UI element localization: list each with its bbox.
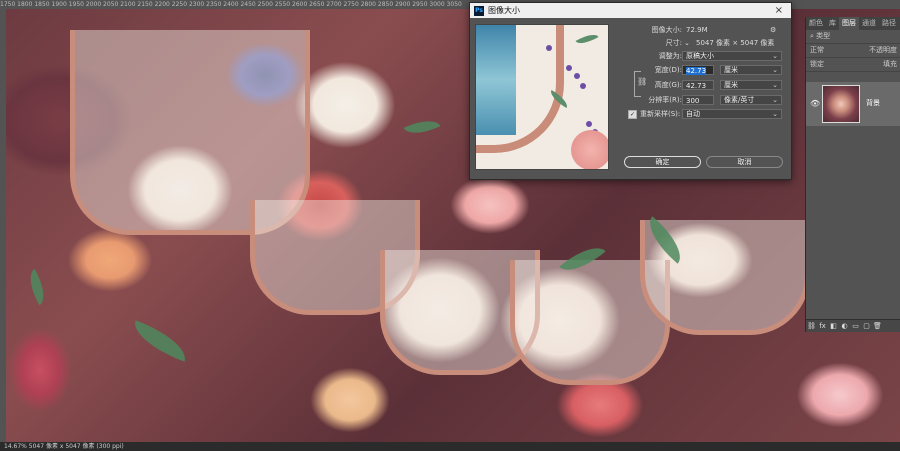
status-bar: 14.67% 5047 像素 x 5047 像素 (300 ppi) bbox=[0, 442, 900, 451]
image-preview[interactable] bbox=[475, 24, 609, 170]
height-input[interactable]: 42.73 bbox=[682, 80, 714, 90]
resolution-value: 300 bbox=[686, 97, 700, 105]
fit-to-value: 原稿大小 bbox=[686, 52, 714, 60]
ok-button[interactable]: 确定 bbox=[624, 156, 701, 168]
resolution-unit: 像素/英寸 bbox=[724, 96, 755, 104]
resample-select[interactable]: 自动 ⌄ bbox=[682, 109, 782, 119]
resolution-input[interactable]: 300 bbox=[682, 95, 714, 105]
preview-rose bbox=[571, 130, 608, 169]
gear-icon[interactable]: ⚙ bbox=[770, 24, 776, 36]
search-icon: ⌕ bbox=[810, 32, 814, 40]
blend-mode-row[interactable]: 正常 不透明度 bbox=[806, 44, 900, 58]
panel-bottom-toolbar: ⛓ fx ◧ ◐ ▭ ▢ 🗑 bbox=[806, 319, 900, 332]
resolution-label: 分辨率(R): bbox=[648, 96, 682, 104]
preview-lavender bbox=[574, 73, 580, 79]
preview-lavender bbox=[586, 121, 592, 127]
group-icon[interactable]: ▭ bbox=[850, 320, 861, 332]
eye-icon[interactable]: 👁 bbox=[810, 99, 820, 108]
dialog-title: 图像大小 bbox=[488, 6, 520, 15]
close-icon[interactable]: × bbox=[775, 3, 783, 18]
resample-label: 重新采样(S): bbox=[640, 110, 681, 118]
link-layers-icon[interactable]: ⛓ bbox=[806, 320, 817, 332]
chevron-down-icon: ⌄ bbox=[772, 66, 778, 74]
height-unit: 厘米 bbox=[724, 81, 738, 89]
fit-to-label: 调整为: bbox=[658, 52, 682, 60]
layer-filter-type: 类型 bbox=[816, 32, 831, 40]
width-unit: 厘米 bbox=[724, 66, 738, 74]
photoshop-logo-icon: Ps bbox=[474, 5, 484, 16]
dialog-titlebar[interactable]: Ps 图像大小 × bbox=[470, 3, 791, 18]
leaf-shape bbox=[128, 320, 192, 362]
mask-icon[interactable]: ◧ bbox=[828, 320, 839, 332]
height-label: 高度(G): bbox=[654, 81, 682, 89]
fill-label: 填充 bbox=[883, 60, 897, 68]
vertical-ruler bbox=[0, 9, 6, 442]
chevron-down-icon: ⌄ bbox=[772, 81, 778, 89]
layers-panel: 颜色库图层 通道 路径 ⌕ 类型 正常 不透明度 锁定 填充 👁 背景 ⛓ fx ◧ ◐ ▭… bbox=[805, 17, 900, 332]
resolution-unit-select[interactable]: 像素/英寸 ⌄ bbox=[720, 95, 782, 105]
dimensions-value: 5047 像素 × 5047 像素 bbox=[696, 39, 775, 47]
width-value: 42.73 bbox=[686, 67, 707, 75]
layer-thumbnail bbox=[822, 85, 860, 123]
preview-lavender bbox=[580, 83, 586, 89]
blend-mode-value: 正常 bbox=[810, 46, 824, 54]
width-label: 宽度(D): bbox=[654, 66, 682, 74]
preview-leaf bbox=[575, 30, 599, 48]
trash-icon[interactable]: 🗑 bbox=[872, 320, 883, 332]
image-size-value: 72.9M bbox=[686, 26, 708, 34]
preview-ornament bbox=[476, 25, 564, 153]
tab-channels[interactable]: 通道 bbox=[859, 17, 879, 30]
height-value: 42.73 bbox=[686, 82, 707, 90]
layer-name: 背景 bbox=[866, 99, 880, 107]
leaf-shape bbox=[403, 113, 441, 141]
cancel-button[interactable]: 取消 bbox=[706, 156, 783, 168]
resample-checkbox[interactable]: ✓ bbox=[628, 110, 637, 119]
opacity-label: 不透明度 bbox=[869, 46, 897, 54]
adjustment-icon[interactable]: ◐ bbox=[839, 320, 850, 332]
chevron-down-icon: ⌄ bbox=[772, 110, 778, 118]
fx-icon[interactable]: fx bbox=[817, 320, 828, 332]
layer-filter-row[interactable]: ⌕ 类型 bbox=[806, 30, 900, 44]
tab-color[interactable]: 颜色 bbox=[806, 17, 826, 30]
chevron-down-icon[interactable]: ⌄ bbox=[684, 37, 690, 49]
leaf-shape bbox=[22, 268, 52, 306]
width-input[interactable]: 42.73 bbox=[682, 65, 714, 75]
lock-label: 锁定 bbox=[810, 60, 824, 68]
layer-row-background[interactable]: 👁 背景 bbox=[806, 82, 900, 126]
lock-row[interactable]: 锁定 填充 bbox=[806, 58, 900, 72]
height-unit-select[interactable]: 厘米 ⌄ bbox=[720, 80, 782, 90]
new-layer-icon[interactable]: ▢ bbox=[861, 320, 872, 332]
preview-lavender bbox=[566, 65, 572, 71]
image-size-dialog: Ps 图像大小 × 图像大小: 72.9M ⚙ 尺寸: ⌄ 5047 像素 × 5… bbox=[469, 2, 792, 180]
width-unit-select[interactable]: 厘米 ⌄ bbox=[720, 65, 782, 75]
chevron-down-icon: ⌄ bbox=[772, 96, 778, 104]
preview-lavender bbox=[546, 45, 552, 51]
dimensions-label: 尺寸: bbox=[665, 39, 682, 47]
fit-to-select[interactable]: 原稿大小 ⌄ bbox=[682, 51, 782, 61]
image-size-label: 图像大小: bbox=[651, 26, 682, 34]
resample-value: 自动 bbox=[686, 110, 700, 118]
tab-layers[interactable]: 图层 bbox=[839, 17, 859, 30]
tab-libraries[interactable]: 库 bbox=[826, 17, 839, 30]
panel-tabs: 颜色库图层 通道 路径 bbox=[806, 17, 900, 30]
chevron-down-icon: ⌄ bbox=[772, 52, 778, 60]
tab-paths[interactable]: 路径 bbox=[879, 17, 899, 30]
